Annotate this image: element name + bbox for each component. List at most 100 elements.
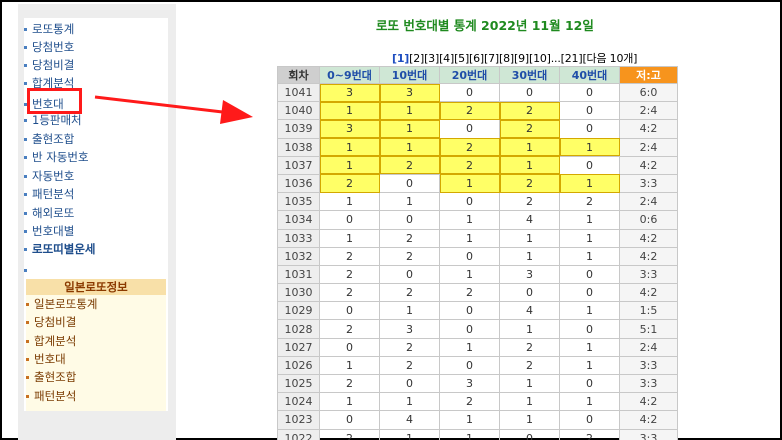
count-cell: 2: [379, 228, 440, 248]
ratio-cell: 4:2: [619, 155, 678, 175]
sidebar-item[interactable]: 해외로또: [24, 204, 74, 222]
table-row: 1027 0 2 1 2 1 2:4: [277, 337, 678, 357]
round-cell: 1031: [277, 264, 320, 285]
column-header: 10번대: [379, 66, 440, 84]
count-cell: 0: [559, 410, 620, 430]
japan-sidebar-item[interactable]: 합계분석: [26, 332, 76, 350]
bullet-icon: [24, 28, 27, 31]
sidebar: 일본로또정보 로또통계 당첨번호 당첨비결 합계분석 번호대 1등판매처 출현조합 반 자동번…: [24, 18, 168, 411]
sidebar-item[interactable]: 출현조합: [24, 130, 74, 148]
count-cell: 0: [499, 428, 560, 440]
sidebar-item[interactable]: 번호대별: [24, 222, 74, 240]
count-cell: 2: [319, 246, 380, 266]
table-row: 1031 2 0 1 3 0 3:3: [277, 264, 678, 285]
japan-sidebar-item[interactable]: 출현조합: [26, 368, 76, 386]
bullet-icon: [24, 248, 27, 251]
sidebar-item[interactable]: 로또띠별운세: [24, 240, 95, 258]
sidebar-item-label: 당첨번호: [32, 40, 75, 54]
table-row: 1025 2 0 3 1 0 3:3: [277, 373, 678, 394]
count-cell: 3: [499, 264, 560, 285]
sidebar-item[interactable]: 당첨번호: [24, 38, 74, 56]
sidebar-item-label: 패턴분석: [34, 388, 77, 403]
round-cell: 1035: [277, 192, 320, 212]
count-cell: 1: [499, 373, 560, 394]
bullet-icon: [24, 156, 27, 159]
table-row: 1029 0 1 0 4 1 1:5: [277, 301, 678, 321]
count-cell: 0: [319, 210, 380, 230]
page-link[interactable]: [2]: [409, 52, 424, 65]
next-pages-link[interactable]: [다음 10개]: [582, 52, 637, 65]
sidebar-item-label: 자동번호: [32, 169, 75, 183]
count-cell: 1: [559, 210, 620, 230]
table-row: 1024 1 1 2 1 1 4:2: [277, 392, 678, 412]
sidebar-item[interactable]: 패턴분석: [24, 185, 74, 203]
sidebar-item[interactable]: 로또통계: [24, 20, 74, 38]
stats-table-wrapper: 회차 0~9번대 10번대 20번대 30번대 40번대 저:고 1041 3 3 0 0 0 6:0 1…: [277, 66, 678, 440]
sidebar-spacer: [24, 261, 32, 279]
count-cell: 3: [319, 82, 380, 103]
sidebar-item-label: 출현조합: [34, 370, 77, 385]
sidebar-item-label: 출현조합: [32, 132, 75, 146]
page-link[interactable]: [4]: [439, 52, 454, 65]
count-cell: 2: [379, 283, 440, 303]
ratio-cell: 3:3: [619, 355, 678, 376]
japan-sidebar-item[interactable]: 일본로또통계: [26, 295, 97, 313]
sidebar-item[interactable]: 반 자동번호: [24, 148, 89, 166]
page-link[interactable]: [8]: [499, 52, 514, 65]
page-link[interactable]: [9]: [514, 52, 529, 65]
count-cell: 4: [499, 210, 560, 230]
count-cell: 2: [499, 192, 560, 212]
bullet-icon: [24, 269, 27, 272]
table-row: 1036 2 0 1 2 1 3:3: [277, 173, 678, 194]
round-cell: 1030: [277, 283, 320, 303]
sidebar-item[interactable]: 당첨비결: [24, 56, 74, 74]
count-cell: 2: [319, 428, 380, 440]
table-row: 1038 1 1 2 1 1 2:4: [277, 137, 678, 157]
round-cell: 1032: [277, 246, 320, 266]
page-link[interactable]: [7]: [484, 52, 499, 65]
table-row: 1040 1 1 2 2 0 2:4: [277, 101, 678, 121]
count-cell: 0: [499, 82, 560, 103]
count-cell: 1: [499, 228, 560, 248]
japan-sidebar-item[interactable]: 번호대: [26, 350, 66, 368]
count-cell: 4: [379, 410, 440, 430]
page-link[interactable]: [3]: [424, 52, 439, 65]
count-cell: 2: [319, 264, 380, 285]
bullet-icon: [26, 321, 29, 325]
japan-sidebar-item[interactable]: 패턴분석: [26, 387, 76, 405]
annotation-highlight-box: [27, 88, 82, 114]
count-cell: 1: [559, 246, 620, 266]
bullet-icon: [24, 175, 27, 178]
count-cell: 0: [439, 355, 500, 376]
count-cell: 1: [319, 155, 380, 175]
bullet-icon: [24, 46, 27, 49]
page-link[interactable]: [1]: [392, 52, 409, 65]
count-cell: 2: [439, 283, 500, 303]
count-cell: 0: [559, 319, 620, 339]
sidebar-item[interactable]: 자동번호: [24, 167, 74, 185]
count-cell: 3: [319, 119, 380, 139]
sidebar-item-label: 당첨비결: [32, 58, 75, 72]
round-cell: 1037: [277, 155, 320, 175]
count-cell: 0: [559, 119, 620, 139]
japan-sidebar-item[interactable]: 당첨비결: [26, 313, 76, 331]
page-link[interactable]: [10]: [529, 52, 551, 65]
table-row: 1023 0 4 1 1 0 4:2: [277, 410, 678, 430]
page-link-last[interactable]: [21]: [561, 52, 583, 65]
count-cell: 1: [439, 210, 500, 230]
count-cell: 2: [379, 246, 440, 266]
count-cell: 1: [559, 355, 620, 376]
count-cell: 1: [499, 137, 560, 157]
round-cell: 1022: [277, 428, 320, 440]
ratio-cell: 4:2: [619, 246, 678, 266]
count-cell: 2: [319, 283, 380, 303]
count-cell: 1: [319, 392, 380, 412]
count-cell: 1: [379, 192, 440, 212]
page-link[interactable]: [6]: [469, 52, 484, 65]
count-cell: 4: [499, 301, 560, 321]
count-cell: 1: [559, 228, 620, 248]
page-link[interactable]: [5]: [454, 52, 469, 65]
sidebar-item-label: 번호대: [34, 351, 66, 366]
table-row: 1032 2 2 0 1 1 4:2: [277, 246, 678, 266]
bullet-icon: [26, 357, 29, 361]
